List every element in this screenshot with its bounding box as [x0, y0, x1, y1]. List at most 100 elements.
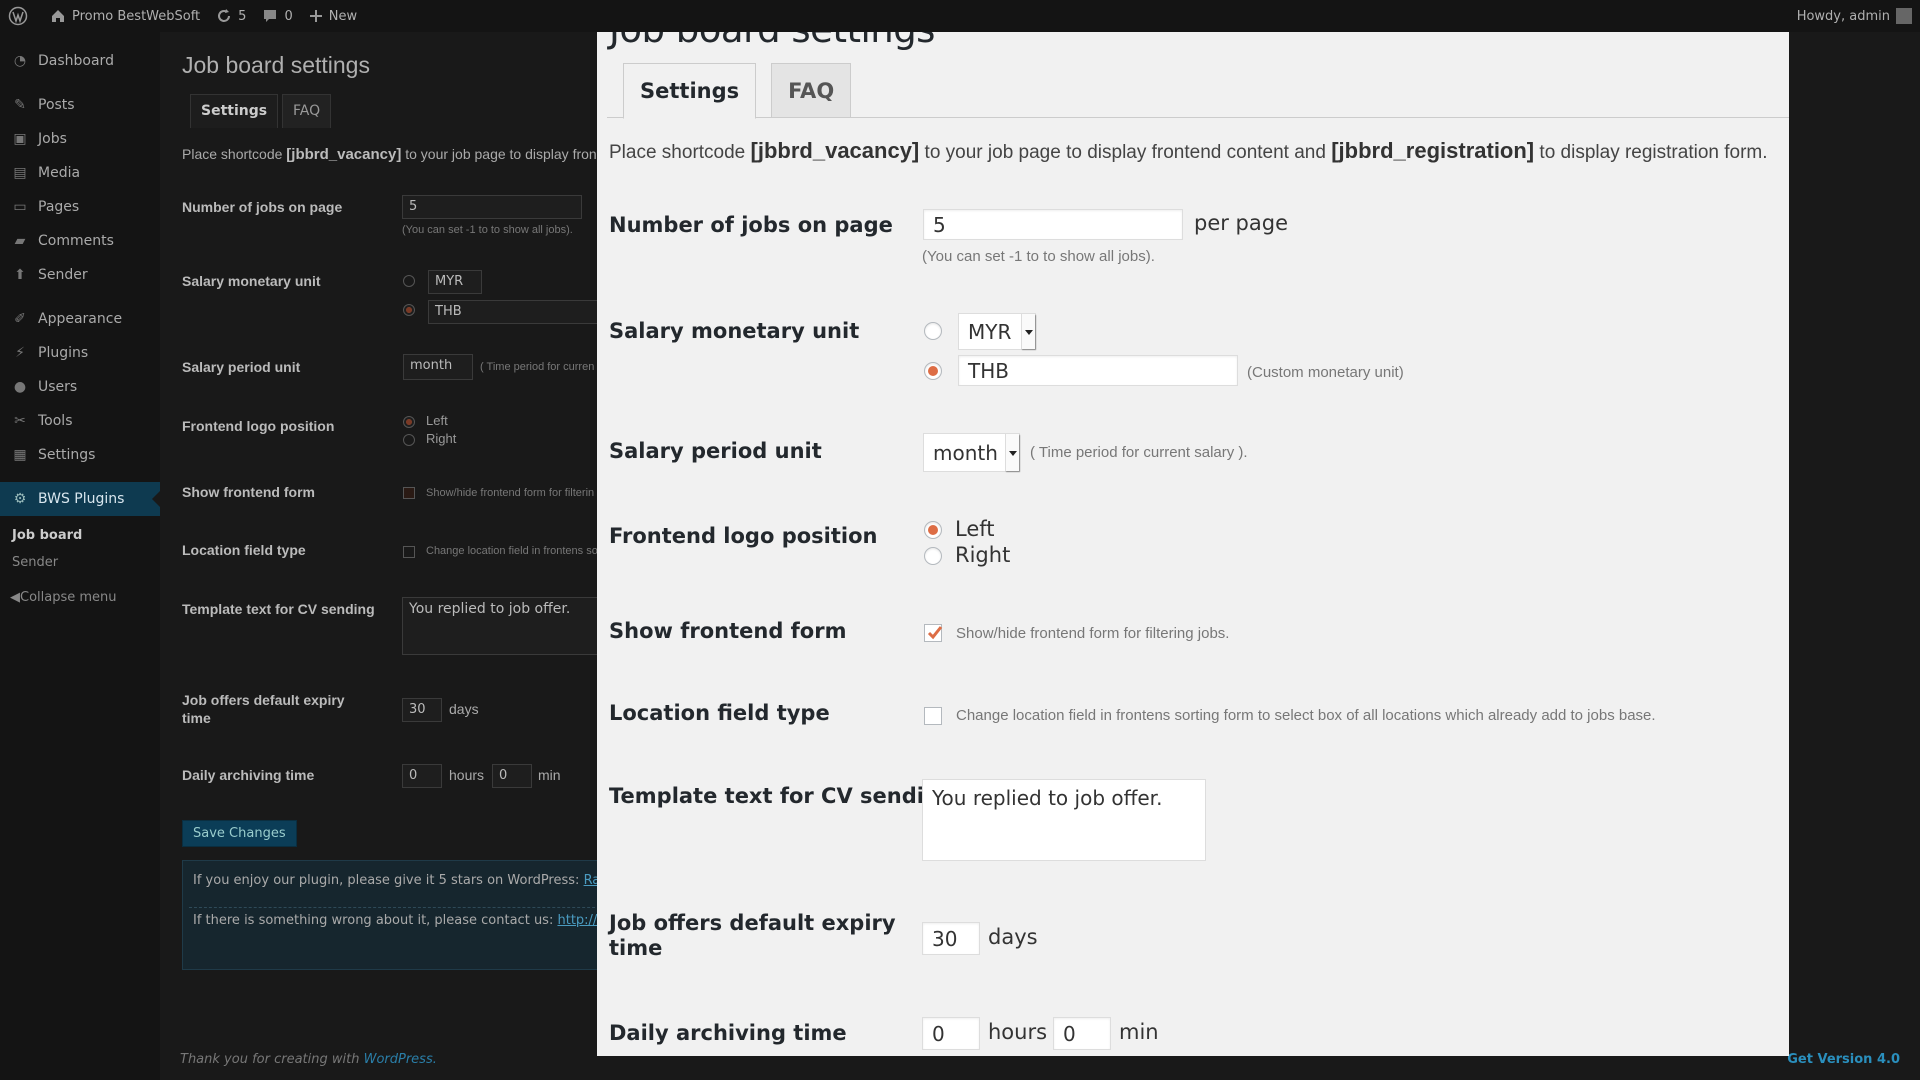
location-type-hint: Change location field in frontens sortin… — [956, 707, 1656, 724]
refresh-icon — [218, 9, 231, 22]
sidebar-item-appearance[interactable]: ✐ Appearance — [0, 302, 160, 336]
bg-hours-input[interactable]: 0 — [402, 764, 442, 788]
bg-period-select[interactable]: month — [403, 354, 473, 380]
bg-label-show-form: Show frontend form — [182, 484, 315, 500]
bg-jobs-input[interactable]: 5 — [402, 195, 582, 219]
radio-custom-currency[interactable] — [924, 362, 942, 380]
sidebar-item-bws-plugins[interactable]: ⚙ BWS Plugins — [0, 482, 160, 516]
site-name-link[interactable]: Promo BestWebSoft — [42, 0, 208, 32]
custom-currency-hint: (Custom monetary unit) — [1247, 364, 1404, 381]
checkmark-icon — [927, 626, 943, 640]
label-archiving: Daily archiving time — [609, 1021, 847, 1045]
bg-location-hint: Change location field in frontens so — [426, 545, 598, 557]
admin-sidebar: ◔ Dashboard ✎ Posts ▣ Jobs ▤ Media ▭ Pages ▰ C… — [0, 32, 160, 1080]
home-icon — [52, 10, 64, 22]
sidebar-item-jobs[interactable]: ▣ Jobs — [0, 122, 160, 156]
sidebar-item-media[interactable]: ▤ Media — [0, 156, 160, 190]
jobs-per-page-unit: per page — [1194, 211, 1289, 235]
avatar — [1896, 8, 1912, 24]
sidebar-item-sender[interactable]: ⬆ Sender — [0, 258, 160, 292]
bg-radio-currency[interactable] — [403, 275, 415, 287]
sidebar-item-pages[interactable]: ▭ Pages — [0, 190, 160, 224]
sidebar-item-comments[interactable]: ▰ Comments — [0, 224, 160, 258]
settings-tabs: Settings FAQ — [623, 63, 866, 119]
bg-hours-unit: hours — [449, 767, 485, 783]
sidebar-item-posts[interactable]: ✎ Posts — [0, 88, 160, 122]
template-text-textarea[interactable]: You replied to job offer. — [922, 779, 1206, 861]
collapse-menu-button[interactable]: ◀ Collapse menu — [0, 580, 160, 614]
bg-label-salary-unit: Salary monetary unit — [182, 273, 321, 289]
dashboard-icon: ◔ — [13, 53, 27, 69]
archiving-min-unit: min — [1119, 1020, 1159, 1044]
tabs-divider — [607, 117, 1789, 118]
briefcase-icon: ▣ — [13, 131, 27, 147]
expiry-days-unit: days — [988, 925, 1038, 949]
bg-radio-custom[interactable] — [403, 304, 415, 316]
custom-currency-input[interactable]: THB — [958, 355, 1238, 386]
bg-currency-select[interactable]: MYR — [428, 270, 482, 294]
bg-custom-currency-input[interactable]: THB — [428, 300, 598, 324]
footer-thanks: Thank you for creating with WordPress. — [180, 1052, 437, 1067]
sidebar-subitem-job-board[interactable]: Job board — [0, 522, 160, 549]
jobs-per-page-input[interactable]: 5 — [923, 209, 1183, 240]
radio-currency-select[interactable] — [924, 322, 942, 340]
sidebar-item-settings[interactable]: ▦ Settings — [0, 438, 160, 472]
label-jobs-on-page: Number of jobs on page — [609, 213, 893, 237]
sidebar-item-plugins[interactable]: ⚡ Plugins — [0, 336, 160, 370]
bg-template-textarea[interactable]: You replied to job offer. — [402, 597, 602, 655]
label-location-type: Location field type — [609, 701, 830, 725]
radio-logo-left[interactable] — [924, 521, 942, 539]
bg-radio-left[interactable] — [403, 416, 415, 428]
label-salary-unit: Salary monetary unit — [609, 319, 860, 343]
get-version-link[interactable]: Get Version 4.0 — [1787, 1052, 1900, 1067]
bg-label-expiry: Job offers default expiry time — [182, 692, 345, 726]
bg-radio-right[interactable] — [403, 434, 415, 446]
bg-description: Place shortcode [jbbrd_vacancy] to your … — [182, 146, 609, 163]
show-form-checkbox[interactable] — [924, 624, 943, 642]
new-content-link[interactable]: New — [301, 0, 365, 32]
tab-faq[interactable]: FAQ — [771, 63, 852, 117]
bg-label-archiving: Daily archiving time — [182, 767, 315, 783]
bg-tab-settings[interactable]: Settings — [190, 94, 279, 128]
bg-expiry-input[interactable]: 30 — [402, 698, 442, 722]
bg-left-label: Left — [426, 413, 448, 428]
media-icon: ▤ — [13, 165, 27, 181]
pin-icon: ✎ — [14, 97, 26, 113]
jobs-per-page-hint: (You can set -1 to to show all jobs). — [922, 248, 1155, 265]
radio-logo-right[interactable] — [924, 547, 942, 565]
label-template-text: Template text for CV sending — [609, 784, 954, 808]
location-type-checkbox[interactable] — [924, 707, 942, 725]
bg-save-changes-button[interactable]: Save Changes — [182, 820, 297, 847]
bg-notice-rate: If you enjoy our plugin, please give it … — [193, 873, 639, 888]
currency-select[interactable]: MYR — [958, 313, 1036, 350]
upload-icon: ⬆ — [14, 267, 26, 283]
bg-label-jobs-on-page: Number of jobs on page — [182, 199, 343, 215]
bg-show-form-checkbox[interactable] — [403, 487, 415, 499]
comments-link[interactable]: 0 — [254, 0, 300, 32]
archiving-hours-input[interactable]: 0 — [922, 1017, 980, 1050]
archiving-min-input[interactable]: 0 — [1053, 1017, 1111, 1050]
label-expiry: Job offers default expiry time — [609, 911, 896, 960]
expiry-days-input[interactable]: 30 — [922, 922, 980, 955]
tab-settings[interactable]: Settings — [623, 63, 757, 119]
show-form-hint: Show/hide frontend form for filtering jo… — [956, 625, 1230, 642]
salary-period-hint: ( Time period for current salary ). — [1030, 444, 1248, 461]
bg-label-template-text: Template text for CV sending — [182, 601, 375, 617]
bg-min-input[interactable]: 0 — [492, 764, 532, 788]
settings-icon: ▦ — [13, 447, 27, 463]
bg-tab-faq[interactable]: FAQ — [282, 94, 332, 128]
bg-page-title: Job board settings — [182, 52, 370, 78]
chevron-down-icon — [1005, 434, 1019, 471]
sidebar-item-dashboard[interactable]: ◔ Dashboard — [0, 44, 160, 78]
sidebar-item-users[interactable]: ● Users — [0, 370, 160, 404]
logo-left-label: Left — [955, 517, 995, 541]
salary-period-select[interactable]: month — [923, 433, 1020, 472]
sidebar-item-tools[interactable]: ✂ Tools — [0, 404, 160, 438]
wordpress-logo-icon[interactable] — [0, 0, 42, 32]
account-menu[interactable]: Howdy, admin — [1789, 0, 1920, 32]
bg-location-checkbox[interactable] — [403, 546, 415, 558]
updates-link[interactable]: 5 — [208, 0, 254, 32]
sidebar-subitem-sender[interactable]: Sender — [0, 549, 160, 576]
logo-right-label: Right — [955, 543, 1011, 567]
wordpress-link[interactable]: WordPress. — [364, 1052, 437, 1067]
